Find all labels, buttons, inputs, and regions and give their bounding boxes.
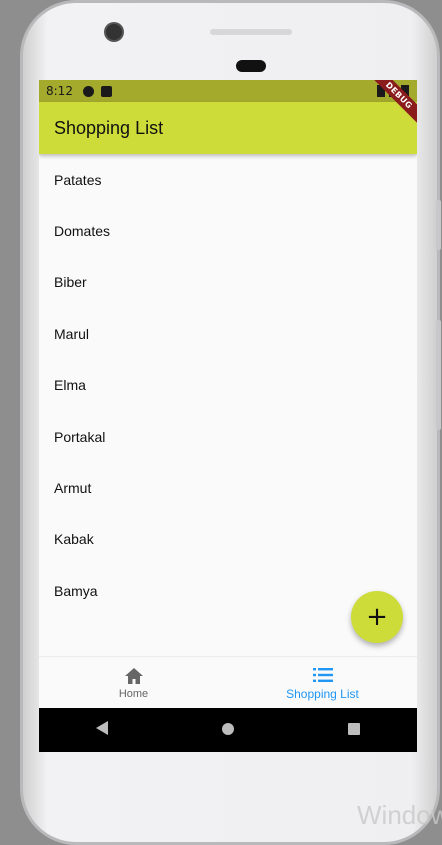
sd-card-icon	[100, 85, 112, 97]
nav-label-shopping-list: Shopping List	[286, 687, 359, 701]
status-bar: 8:12 DEBUG	[39, 80, 417, 129]
earpiece-speaker	[210, 29, 292, 35]
list-item[interactable]: Elma	[39, 360, 417, 411]
power-button	[436, 320, 441, 430]
list-item[interactable]: Patates	[39, 154, 417, 205]
app-bar: Shopping List	[39, 102, 417, 154]
list-item[interactable]: Portakal	[39, 411, 417, 462]
system-navigation-bar	[39, 708, 417, 752]
list-item[interactable]: Marul	[39, 308, 417, 359]
home-circle-icon[interactable]	[221, 721, 235, 740]
list-icon	[312, 665, 333, 685]
proximity-sensor	[236, 60, 266, 72]
volume-button	[436, 200, 441, 250]
recents-icon[interactable]	[347, 721, 361, 740]
back-icon[interactable]	[95, 720, 109, 740]
bottom-navigation: Home Shopping List	[39, 656, 417, 708]
status-time: 8:12	[46, 84, 73, 98]
shopping-list: Patates Domates Biber Marul Elma Portaka…	[39, 154, 417, 617]
list-item[interactable]: Kabak	[39, 514, 417, 565]
list-item[interactable]: Armut	[39, 462, 417, 513]
list-item[interactable]: Domates	[39, 205, 417, 256]
phone-screen: 8:12 DEBUG Shopping List Patates Domates…	[39, 80, 417, 708]
windows-watermark: Window	[357, 800, 442, 830]
front-camera	[106, 24, 122, 40]
list-item[interactable]: Biber	[39, 257, 417, 308]
add-item-button[interactable]: +	[351, 591, 403, 643]
home-icon	[124, 666, 144, 686]
nav-item-shopping-list[interactable]: Shopping List	[228, 657, 417, 708]
page-title: Shopping List	[54, 117, 164, 138]
notification-icon	[82, 85, 94, 97]
nav-label-home: Home	[118, 688, 149, 700]
nav-item-home[interactable]: Home	[39, 657, 228, 708]
plus-icon: +	[366, 602, 388, 632]
